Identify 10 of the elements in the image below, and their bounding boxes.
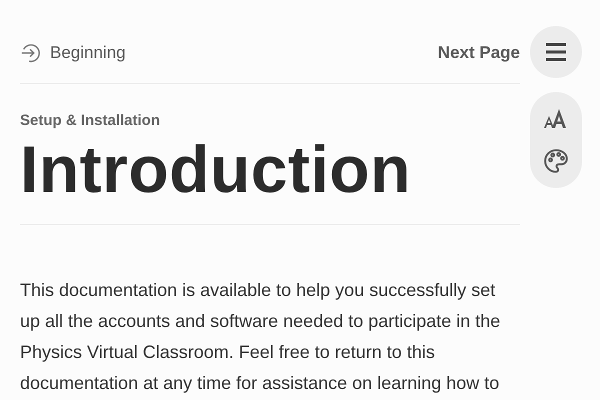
menu-icon [546, 43, 566, 61]
section-label: Setup & Installation [20, 112, 162, 129]
beginning-link[interactable]: Beginning [20, 42, 126, 64]
menu-button[interactable] [530, 26, 582, 78]
arrow-circle-icon [20, 42, 42, 64]
font-size-icon [543, 108, 569, 130]
palette-icon [543, 148, 569, 174]
intro-paragraph: This documentation is available to help you successfully set up all the accounts and software needed to participate in the Physics Virtual Classroom. Feel free to return to this documentation at any time for assistance on learning how to [20, 278, 502, 395]
page-title: Introduction [20, 133, 520, 225]
next-page-link[interactable]: Next Page [438, 42, 520, 62]
